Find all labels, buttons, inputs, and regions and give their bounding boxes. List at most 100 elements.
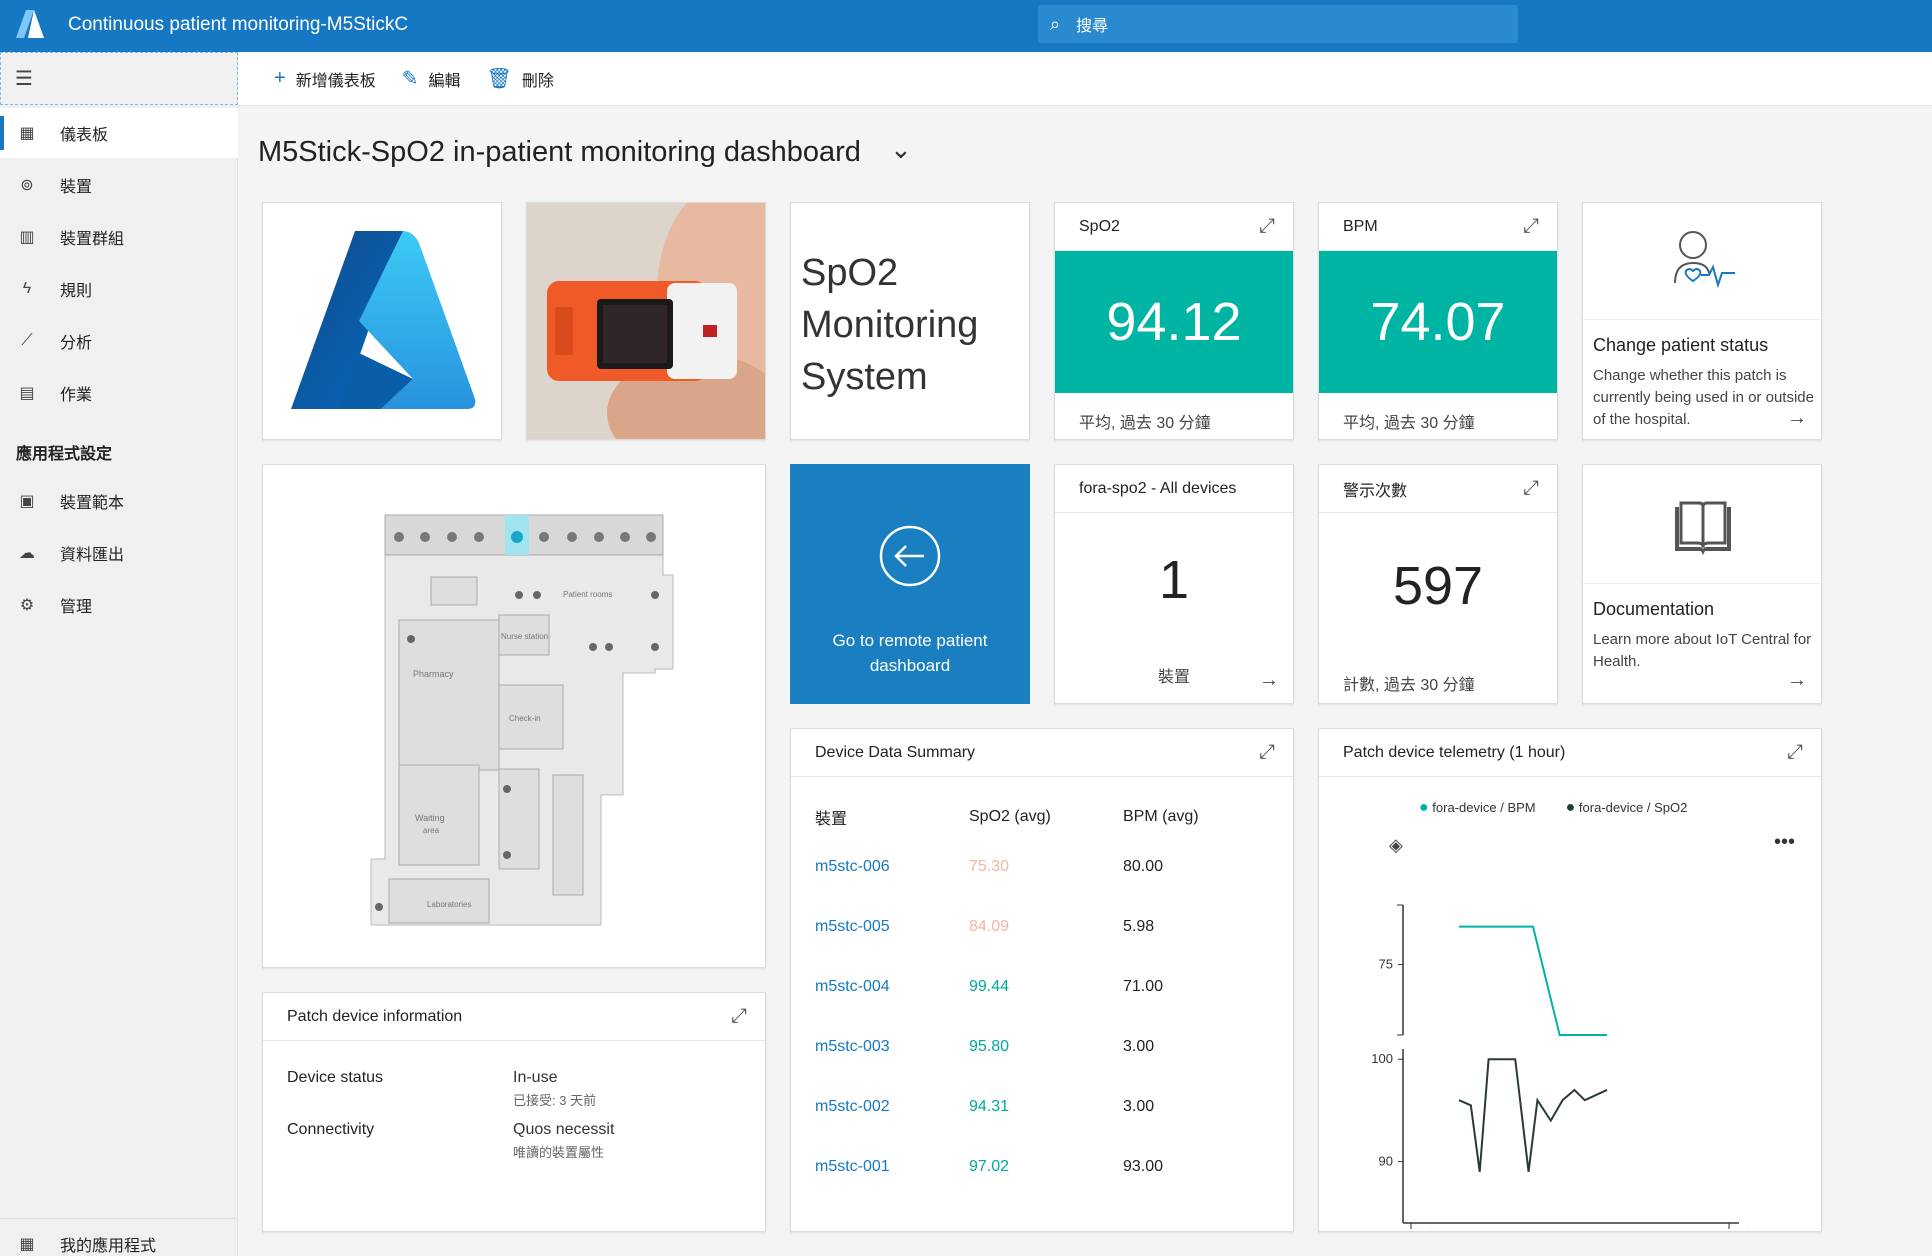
arrow-right-icon[interactable]: → — [1259, 669, 1279, 692]
connectivity-sub: 唯讀的裝置屬性 — [513, 1145, 605, 1160]
fora-device-count-tile: fora-spo2 - All devices 1 裝置 → — [1054, 464, 1294, 704]
y-tick-label: 90 — [1379, 1154, 1393, 1169]
remote-patient-dashboard-link[interactable]: Go to remote patient dashboard — [790, 464, 1030, 704]
column-header: BPM (avg) — [1123, 808, 1199, 825]
heading-line: System — [801, 356, 928, 398]
book-icon — [1675, 501, 1731, 555]
sidebar-item-data-export[interactable]: ☁ 資料匯出 — [0, 528, 238, 578]
tile-title: fora-spo2 - All devices — [1055, 465, 1293, 513]
dashboard-toolbar: + 新增儀表板 ✎ 編輯 🗑 刪除 — [238, 52, 1932, 106]
azure-logo-image — [291, 231, 476, 409]
floor-label: Waiting — [415, 813, 445, 823]
expand-icon[interactable]: ⤢ — [1259, 215, 1275, 238]
spo2-cell: 99.44 — [969, 978, 1010, 995]
device-link[interactable]: m5stc-003 — [815, 1017, 969, 1077]
table-row: m5stc-003 95.80 3.00 — [815, 1017, 1273, 1077]
bpm-cell: 93.00 — [1123, 1158, 1164, 1175]
new-dashboard-button[interactable]: + 新增儀表板 — [274, 67, 376, 91]
plus-icon: + — [274, 67, 286, 89]
sidebar-item-label: 儀表板 — [60, 127, 109, 144]
device-status-value: In-use — [513, 1069, 558, 1086]
bpm-series-line — [1459, 925, 1607, 1036]
expand-icon[interactable]: ⤢ — [1523, 215, 1539, 238]
m5stick-photo — [527, 203, 765, 439]
device-groups-icon: ▥ — [19, 229, 35, 246]
sidebar-item-my-apps[interactable]: ▦ 我的應用程式 — [0, 1218, 238, 1256]
tile-description: Learn more about IoT Central for Health. — [1593, 631, 1812, 670]
sidebar-item-jobs[interactable]: ▤ 作業 — [0, 368, 238, 418]
table-row: m5stc-004 99.44 71.00 — [815, 957, 1273, 1017]
arrow-right-icon[interactable]: → — [1787, 407, 1807, 430]
edit-button[interactable]: ✎ 編輯 — [402, 66, 461, 91]
sidebar-item-dashboard[interactable]: ▦ 儀表板 — [0, 108, 238, 158]
kpi-subtitle: 平均, 過去 30 分鐘 — [1079, 415, 1211, 432]
device-link[interactable]: m5stc-005 — [815, 897, 969, 957]
spo2-cell: 97.02 — [969, 1158, 1010, 1175]
sidebar-item-label: 資料匯出 — [60, 547, 125, 564]
search-input[interactable]: ⌕ 搜尋 — [1038, 5, 1518, 43]
documentation-tile[interactable]: Documentation Learn more about IoT Centr… — [1582, 464, 1822, 704]
tile-description: Change whether this patch is currently b… — [1593, 367, 1814, 428]
delete-button[interactable]: 🗑 刪除 — [486, 66, 553, 91]
table-row: m5stc-005 84.09 5.98 — [815, 897, 1273, 957]
sidebar-item-label: 分析 — [60, 335, 93, 352]
x-tick-label: 05:35 下午 — [1700, 1230, 1757, 1232]
bpm-cell: 3.00 — [1123, 1038, 1155, 1055]
device-photo-tile — [526, 202, 766, 440]
tile-title: 警示次數 — [1319, 465, 1557, 513]
y-tick-label: 75 — [1379, 957, 1393, 972]
rules-icon: ϟ — [22, 280, 32, 297]
hospital-floor-plan: Pharmacy Nurse station Patient rooms Che… — [370, 514, 674, 926]
spo2-cell: 75.30 — [969, 858, 1010, 875]
alert-count-label: 計數, 過去 30 分鐘 — [1343, 677, 1475, 694]
spo2-kpi-tile: SpO2 ⤢ 94.12 平均, 過去 30 分鐘 — [1054, 202, 1294, 440]
expand-icon[interactable]: ⤢ — [731, 1005, 747, 1028]
azure-logo-icon[interactable] — [14, 8, 46, 40]
sidebar-item-device-groups[interactable]: ▥ 裝置群組 — [0, 212, 238, 262]
delete-label: 刪除 — [521, 72, 554, 90]
device-link[interactable]: m5stc-004 — [815, 957, 969, 1017]
arrow-right-icon[interactable]: → — [1787, 669, 1807, 692]
expand-icon[interactable]: ⤢ — [1523, 477, 1539, 500]
spo2-cell: 95.80 — [969, 1038, 1010, 1055]
sidebar-item-label: 作業 — [60, 387, 93, 404]
tile-title: Documentation — [1593, 599, 1715, 619]
sidebar-item-label: 管理 — [60, 599, 93, 616]
edit-label: 編輯 — [428, 72, 461, 90]
connectivity-label: Connectivity — [287, 1121, 375, 1138]
analytics-icon: ⟋ — [21, 332, 33, 349]
tile-title: Change patient status — [1593, 335, 1769, 355]
device-count-label: 裝置 — [1157, 669, 1190, 686]
sidebar-item-administration[interactable]: ⚙ 管理 — [0, 580, 238, 630]
device-link[interactable]: m5stc-002 — [815, 1077, 969, 1137]
device-link[interactable]: m5stc-006 — [815, 837, 969, 897]
sidebar-item-device-templates[interactable]: ▣ 裝置範本 — [0, 476, 238, 526]
sidebar-item-devices[interactable]: ⊚ 裝置 — [0, 160, 238, 210]
hamburger-menu-icon[interactable]: ☰ — [0, 52, 238, 105]
heading-line: Monitoring — [801, 304, 979, 346]
device-templates-icon: ▣ — [19, 493, 35, 510]
data-export-icon: ☁ — [19, 545, 35, 562]
alert-count-tile: 警示次數 ⤢ 597 計數, 過去 30 分鐘 — [1318, 464, 1558, 704]
table-row: m5stc-006 75.30 80.00 — [815, 837, 1273, 897]
trash-icon: 🗑 — [486, 68, 512, 90]
device-status-label: Device status — [287, 1069, 384, 1086]
change-patient-status-tile[interactable]: Change patient status Change whether thi… — [1582, 202, 1822, 440]
pencil-icon: ✎ — [401, 68, 419, 90]
bpm-cell: 80.00 — [1123, 858, 1164, 875]
expand-icon[interactable]: ⤢ — [1259, 741, 1275, 764]
device-link[interactable]: m5stc-001 — [815, 1137, 969, 1197]
sidebar-item-rules[interactable]: ϟ 規則 — [0, 264, 238, 314]
search-icon: ⌕ — [1050, 13, 1061, 34]
chevron-down-icon[interactable]: ⌄ — [890, 134, 912, 165]
sidebar-item-label: 裝置範本 — [60, 495, 125, 512]
jobs-icon: ▤ — [19, 385, 35, 402]
floor-plan-tile: Pharmacy Nurse station Patient rooms Che… — [262, 464, 766, 968]
sidebar-item-label: 裝置群組 — [60, 231, 125, 248]
table-row: m5stc-001 97.02 93.00 — [815, 1137, 1273, 1197]
sidebar-item-analytics[interactable]: ⟋ 分析 — [0, 316, 238, 366]
floor-label: Laboratories — [427, 900, 471, 909]
top-bar: Continuous patient monitoring-M5StickC ⌕… — [0, 0, 1932, 52]
heading-line: SpO2 — [801, 252, 899, 294]
y-tick-label: 100 — [1371, 1051, 1393, 1066]
